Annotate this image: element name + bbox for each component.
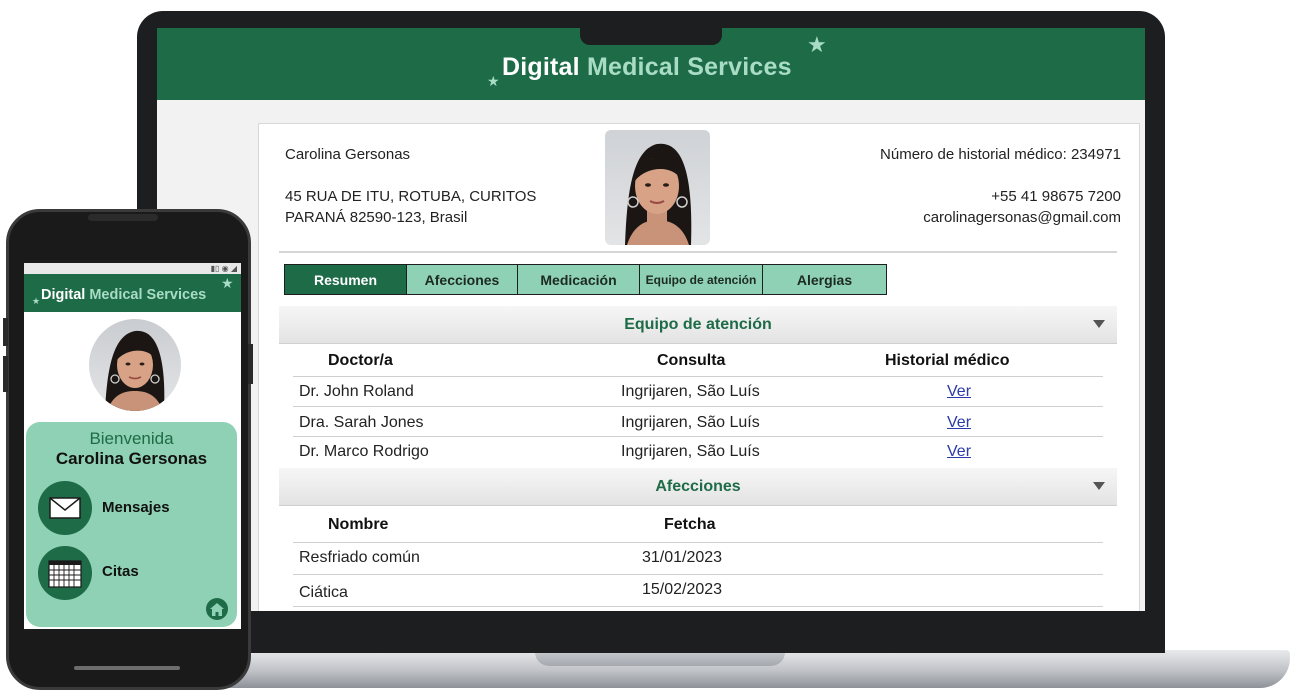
column-header-office: Consulta [657,352,726,369]
row-divider [293,406,1103,407]
care-team-section-header[interactable]: Equipo de atención [279,306,1117,344]
welcome-panel: Bienvenida Carolina Gersonas Mensajes Ci… [26,422,237,627]
status-bar: ▮▯ ◉ ◢ [24,263,241,274]
home-button[interactable] [206,598,228,620]
star-icon: ★ [221,275,234,291]
patient-record-card: Carolina Gersonas 45 RUA DE ITU, ROTUBA,… [258,123,1140,611]
phone-volume-button [3,318,8,346]
appointments-button[interactable] [38,546,92,600]
collapse-arrow-icon[interactable] [1093,482,1105,490]
tab-afecciones[interactable]: Afecciones [407,265,518,294]
row-divider [293,436,1103,437]
brand-word-medical-services: Medical Services [586,53,792,81]
appointments-label[interactable]: Citas [102,563,139,580]
conditions-section-header[interactable]: Afecciones [279,468,1117,506]
phone-speaker [88,214,158,221]
phone-home-indicator [74,666,180,670]
row-divider [293,542,1103,543]
brand-word-digital: Digital [41,287,86,303]
column-header-date: Fetcha [664,516,716,533]
condition-date: 15/02/2023 [642,581,723,598]
laptop-screen: ★ Digital Medical Services ★ Carolina Ge… [157,28,1145,611]
doctor-office: Ingrijaren, São Luís [621,414,760,431]
row-divider [293,376,1103,377]
phone-power-button [248,344,253,384]
tab-equipo-de-atencion[interactable]: Equipo de atención [640,265,763,294]
patient-email: carolinagersonas@gmail.com [923,209,1121,226]
header-divider [279,251,1117,253]
doctor-name: Dr. John Roland [299,383,414,400]
envelope-icon [49,497,81,519]
patient-phone: +55 41 98675 7200 [991,188,1121,205]
star-icon: ★ [32,296,41,306]
condition-name: Resfriado común [299,549,420,566]
view-record-link[interactable]: Ver [947,443,971,461]
messages-label[interactable]: Mensajes [102,499,170,516]
view-record-link[interactable]: Ver [947,414,971,432]
tab-resumen[interactable]: Resumen [285,265,407,294]
brand-word-medical-services: Medical Services [89,287,207,303]
doctor-office: Ingrijaren, São Luís [621,443,760,460]
column-header-name: Nombre [328,516,389,533]
messages-button[interactable] [38,481,92,535]
patient-address-line2: PARANÁ 82590-123, Brasil [285,209,468,226]
doctor-office: Ingrijaren, São Luís [621,383,760,400]
row-divider [293,574,1103,575]
patient-address-line1: 45 RUA DE ITU, ROTUBA, CURITOS [285,188,537,205]
patient-name: Carolina Gersonas [285,146,411,163]
home-icon [210,602,224,616]
tab-bar: Resumen Afecciones Medicación Equipo de … [284,264,887,295]
phone-volume-button [3,356,8,392]
mobile-app-header: ★ Digital Medical Services ★ [24,274,241,312]
column-header-doctor: Doctor/a [328,352,393,369]
medical-record-number: Número de historial médico: 234971 [880,146,1121,163]
conditions-section-title: Afecciones [655,478,741,495]
doctor-name: Dra. Sarah Jones [299,414,424,431]
phone-screen: ▮▯ ◉ ◢ ★ Digital Medical Services ★ Bien… [24,263,241,629]
mobile-app-title: Digital Medical Services [41,287,206,303]
user-avatar [89,319,181,411]
user-name: Carolina Gersonas [55,449,208,468]
laptop-camera-notch [580,28,722,45]
tab-medicacion[interactable]: Medicación [518,265,640,294]
calendar-icon [48,560,82,588]
star-icon: ★ [807,32,827,57]
welcome-text: Bienvenida [89,429,174,448]
row-divider [293,606,1103,607]
brand-word-digital: Digital [502,53,580,81]
column-header-medical-record: Historial médico [885,352,1010,369]
view-record-link[interactable]: Ver [947,383,971,401]
doctor-name: Dr. Marco Rodrigo [299,443,429,460]
collapse-arrow-icon[interactable] [1093,320,1105,328]
app-title: Digital Medical Services [502,53,792,82]
status-icons: ▮▯ ◉ ◢ [210,264,237,273]
condition-date: 31/01/2023 [642,549,723,566]
care-team-section-title: Equipo de atención [624,316,772,333]
patient-photo [605,130,710,245]
condition-name: Ciática [299,584,348,601]
star-icon: ★ [487,73,500,89]
tab-alergias[interactable]: Alergias [763,265,886,294]
